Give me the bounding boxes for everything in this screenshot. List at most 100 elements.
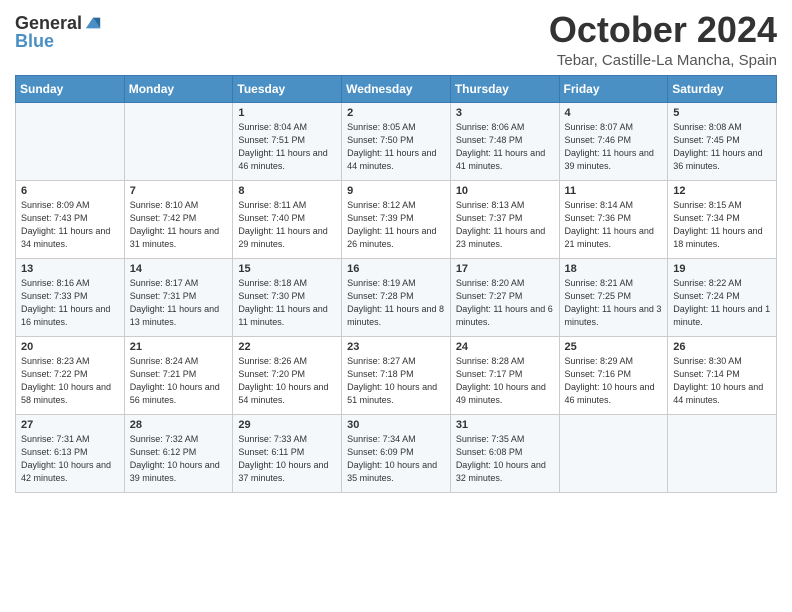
- header-row: SundayMondayTuesdayWednesdayThursdayFrid…: [16, 75, 777, 102]
- day-info: Sunrise: 7:31 AM Sunset: 6:13 PM Dayligh…: [21, 434, 111, 483]
- calendar-cell: 5 Sunrise: 8:08 AM Sunset: 7:45 PM Daylig…: [668, 102, 777, 180]
- calendar-cell: 15 Sunrise: 8:18 AM Sunset: 7:30 PM Dayli…: [233, 258, 342, 336]
- day-info: Sunrise: 8:08 AM Sunset: 7:45 PM Dayligh…: [673, 122, 762, 171]
- day-number: 2: [347, 107, 445, 119]
- page-header: General Blue October 2024 Tebar, Castill…: [15, 10, 777, 69]
- day-info: Sunrise: 8:07 AM Sunset: 7:46 PM Dayligh…: [565, 122, 654, 171]
- day-number: 7: [130, 185, 228, 197]
- week-row-2: 6 Sunrise: 8:09 AM Sunset: 7:43 PM Daylig…: [16, 180, 777, 258]
- calendar-cell: 8Sunrise: 8:11 AM Sunset: 7:40 PM Daylig…: [233, 180, 342, 258]
- calendar-cell: 12Sunrise: 8:15 AM Sunset: 7:34 PM Dayli…: [668, 180, 777, 258]
- calendar-cell: 2 Sunrise: 8:05 AM Sunset: 7:50 PM Daylig…: [342, 102, 451, 180]
- calendar-cell: 9 Sunrise: 8:12 AM Sunset: 7:39 PM Daylig…: [342, 180, 451, 258]
- calendar-body: 1Sunrise: 8:04 AM Sunset: 7:51 PM Daylig…: [16, 102, 777, 492]
- day-number: 10: [456, 185, 554, 197]
- day-info: Sunrise: 8:19 AM Sunset: 7:28 PM Dayligh…: [347, 278, 444, 327]
- header-day-wednesday: Wednesday: [342, 75, 451, 102]
- location-title: Tebar, Castille-La Mancha, Spain: [549, 52, 777, 69]
- calendar-cell: 24 Sunrise: 8:28 AM Sunset: 7:17 PM Dayli…: [450, 336, 559, 414]
- calendar-cell: 30 Sunrise: 7:34 AM Sunset: 6:09 PM Dayli…: [342, 414, 451, 492]
- header-day-sunday: Sunday: [16, 75, 125, 102]
- day-number: 15: [238, 263, 336, 275]
- day-number: 11: [565, 185, 663, 197]
- day-number: 23: [347, 341, 445, 353]
- day-info: Sunrise: 8:23 AM Sunset: 7:22 PM Dayligh…: [21, 356, 111, 405]
- day-number: 19: [673, 263, 771, 275]
- day-info: Sunrise: 8:24 AM Sunset: 7:21 PM Dayligh…: [130, 356, 220, 405]
- calendar-cell: 7Sunrise: 8:10 AM Sunset: 7:42 PM Daylig…: [124, 180, 233, 258]
- day-info: Sunrise: 8:27 AM Sunset: 7:18 PM Dayligh…: [347, 356, 437, 405]
- logo-general: General: [15, 14, 82, 32]
- day-info: Sunrise: 8:18 AM Sunset: 7:30 PM Dayligh…: [238, 278, 327, 327]
- day-number: 20: [21, 341, 119, 353]
- calendar-cell: 31 Sunrise: 7:35 AM Sunset: 6:08 PM Dayli…: [450, 414, 559, 492]
- day-info: Sunrise: 7:35 AM Sunset: 6:08 PM Dayligh…: [456, 434, 546, 483]
- day-info: Sunrise: 8:14 AM Sunset: 7:36 PM Dayligh…: [565, 200, 654, 249]
- calendar-cell: [559, 414, 668, 492]
- day-number: 6: [21, 185, 119, 197]
- day-number: 27: [21, 419, 119, 431]
- day-number: 16: [347, 263, 445, 275]
- day-info: Sunrise: 8:29 AM Sunset: 7:16 PM Dayligh…: [565, 356, 655, 405]
- week-row-4: 20 Sunrise: 8:23 AM Sunset: 7:22 PM Dayli…: [16, 336, 777, 414]
- day-info: Sunrise: 8:12 AM Sunset: 7:39 PM Dayligh…: [347, 200, 436, 249]
- calendar-cell: 28 Sunrise: 7:32 AM Sunset: 6:12 PM Dayli…: [124, 414, 233, 492]
- week-row-5: 27 Sunrise: 7:31 AM Sunset: 6:13 PM Dayli…: [16, 414, 777, 492]
- week-row-3: 13 Sunrise: 8:16 AM Sunset: 7:33 PM Dayli…: [16, 258, 777, 336]
- day-number: 22: [238, 341, 336, 353]
- calendar-cell: 25 Sunrise: 8:29 AM Sunset: 7:16 PM Dayli…: [559, 336, 668, 414]
- day-info: Sunrise: 8:16 AM Sunset: 7:33 PM Dayligh…: [21, 278, 110, 327]
- logo-icon: [84, 14, 102, 32]
- day-number: 25: [565, 341, 663, 353]
- logo-blue: Blue: [15, 32, 54, 50]
- calendar-cell: 20 Sunrise: 8:23 AM Sunset: 7:22 PM Dayli…: [16, 336, 125, 414]
- calendar-cell: 10Sunrise: 8:13 AM Sunset: 7:37 PM Dayli…: [450, 180, 559, 258]
- calendar-cell: [668, 414, 777, 492]
- calendar-cell: 19Sunrise: 8:22 AM Sunset: 7:24 PM Dayli…: [668, 258, 777, 336]
- week-row-1: 1Sunrise: 8:04 AM Sunset: 7:51 PM Daylig…: [16, 102, 777, 180]
- calendar-cell: 1Sunrise: 8:04 AM Sunset: 7:51 PM Daylig…: [233, 102, 342, 180]
- header-day-friday: Friday: [559, 75, 668, 102]
- day-number: 26: [673, 341, 771, 353]
- day-info: Sunrise: 8:06 AM Sunset: 7:48 PM Dayligh…: [456, 122, 545, 171]
- day-number: 30: [347, 419, 445, 431]
- calendar-table: SundayMondayTuesdayWednesdayThursdayFrid…: [15, 75, 777, 493]
- logo: General Blue: [15, 10, 102, 50]
- calendar-cell: [124, 102, 233, 180]
- calendar-cell: 26 Sunrise: 8:30 AM Sunset: 7:14 PM Dayli…: [668, 336, 777, 414]
- day-info: Sunrise: 7:33 AM Sunset: 6:11 PM Dayligh…: [238, 434, 328, 483]
- calendar-cell: 17 Sunrise: 8:20 AM Sunset: 7:27 PM Dayli…: [450, 258, 559, 336]
- calendar-cell: 3Sunrise: 8:06 AM Sunset: 7:48 PM Daylig…: [450, 102, 559, 180]
- calendar-cell: 29Sunrise: 7:33 AM Sunset: 6:11 PM Dayli…: [233, 414, 342, 492]
- day-info: Sunrise: 8:05 AM Sunset: 7:50 PM Dayligh…: [347, 122, 436, 171]
- day-number: 13: [21, 263, 119, 275]
- day-number: 24: [456, 341, 554, 353]
- calendar-cell: 21Sunrise: 8:24 AM Sunset: 7:21 PM Dayli…: [124, 336, 233, 414]
- day-info: Sunrise: 8:30 AM Sunset: 7:14 PM Dayligh…: [673, 356, 763, 405]
- day-number: 14: [130, 263, 228, 275]
- day-number: 18: [565, 263, 663, 275]
- calendar-cell: 13 Sunrise: 8:16 AM Sunset: 7:33 PM Dayli…: [16, 258, 125, 336]
- day-info: Sunrise: 8:04 AM Sunset: 7:51 PM Dayligh…: [238, 122, 327, 171]
- day-info: Sunrise: 8:09 AM Sunset: 7:43 PM Dayligh…: [21, 200, 110, 249]
- calendar-cell: 22Sunrise: 8:26 AM Sunset: 7:20 PM Dayli…: [233, 336, 342, 414]
- day-number: 9: [347, 185, 445, 197]
- header-day-thursday: Thursday: [450, 75, 559, 102]
- day-info: Sunrise: 8:20 AM Sunset: 7:27 PM Dayligh…: [456, 278, 553, 327]
- day-number: 17: [456, 263, 554, 275]
- day-info: Sunrise: 8:11 AM Sunset: 7:40 PM Dayligh…: [238, 200, 327, 249]
- day-info: Sunrise: 7:34 AM Sunset: 6:09 PM Dayligh…: [347, 434, 437, 483]
- day-number: 5: [673, 107, 771, 119]
- day-info: Sunrise: 8:15 AM Sunset: 7:34 PM Dayligh…: [673, 200, 762, 249]
- title-block: October 2024 Tebar, Castille-La Mancha, …: [549, 10, 777, 69]
- calendar-cell: 4Sunrise: 8:07 AM Sunset: 7:46 PM Daylig…: [559, 102, 668, 180]
- day-info: Sunrise: 7:32 AM Sunset: 6:12 PM Dayligh…: [130, 434, 220, 483]
- calendar-cell: [16, 102, 125, 180]
- calendar-cell: 11 Sunrise: 8:14 AM Sunset: 7:36 PM Dayli…: [559, 180, 668, 258]
- day-number: 31: [456, 419, 554, 431]
- header-day-tuesday: Tuesday: [233, 75, 342, 102]
- calendar-header: SundayMondayTuesdayWednesdayThursdayFrid…: [16, 75, 777, 102]
- header-day-monday: Monday: [124, 75, 233, 102]
- day-number: 28: [130, 419, 228, 431]
- day-info: Sunrise: 8:28 AM Sunset: 7:17 PM Dayligh…: [456, 356, 546, 405]
